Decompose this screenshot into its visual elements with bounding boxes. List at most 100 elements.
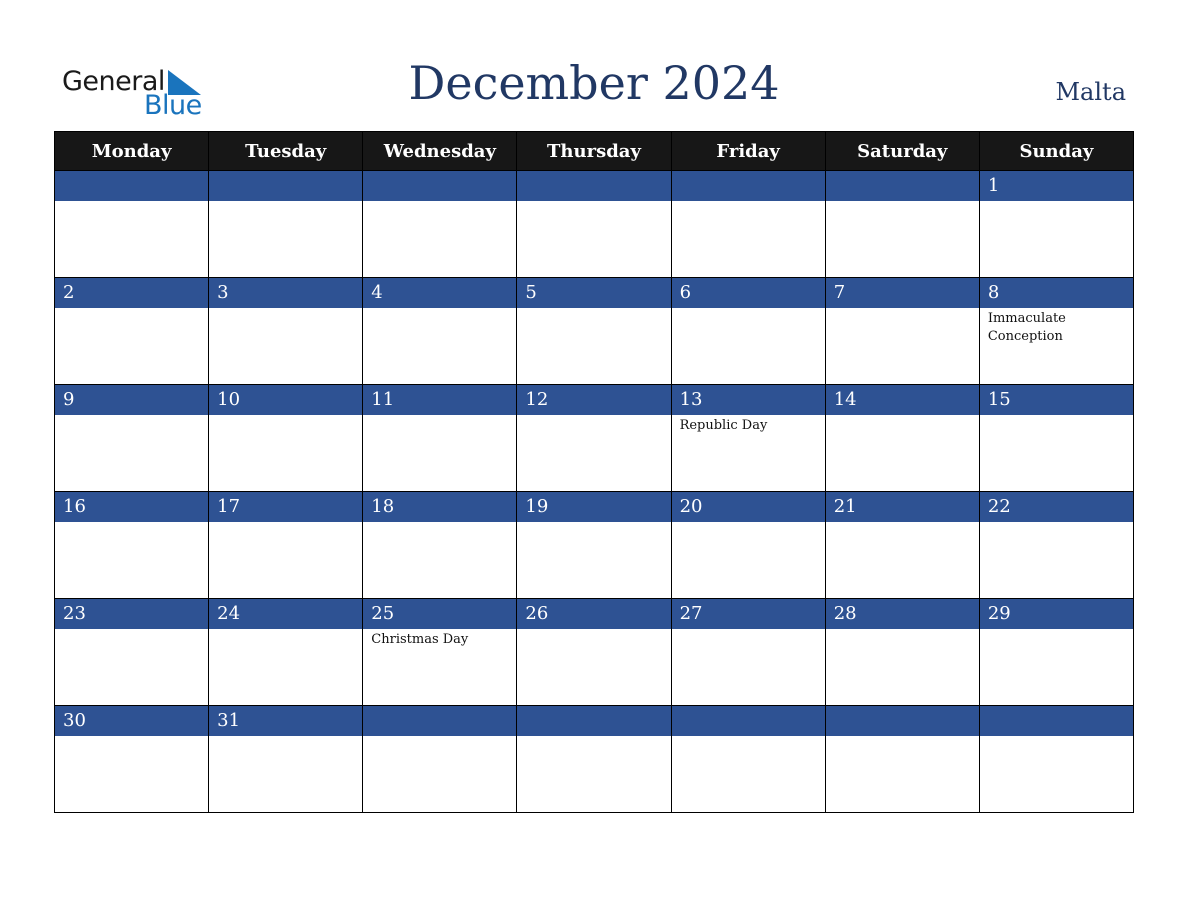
day-number: 5 [517,278,671,308]
day-cell: 28 [824,598,980,706]
day-cell [362,705,518,813]
day-number [55,171,209,201]
day-number: 30 [55,706,209,736]
day-cell: 30 [53,705,210,813]
day-cell: 19 [516,491,672,599]
day-cell: 14 [824,384,980,492]
week-row: 9 10 11 12 13 Republic Day 14 15 [53,384,1135,492]
day-number: 18 [363,492,517,522]
day-cell [208,170,364,278]
day-cell: 8 Immaculate Conception [978,277,1135,385]
holiday-label [209,201,362,203]
day-number [825,171,979,201]
day-number: 16 [55,492,209,522]
day-cell: 12 [516,384,672,492]
day-number [671,171,825,201]
day-number: 1 [979,171,1133,201]
day-cell: 22 [978,491,1135,599]
holiday-label: Christmas Day [371,632,469,647]
holiday-label [55,415,208,417]
holiday-label [826,522,979,524]
day-number: 19 [517,492,671,522]
holiday-label [517,629,670,631]
weekday-header: Friday [670,131,826,171]
holiday-label [55,736,208,738]
country-label: Malta [1055,78,1126,106]
holiday-label [980,415,1133,417]
day-cell: 25 Christmas Day [362,598,518,706]
day-cell: 1 [978,170,1135,278]
holiday-label [55,201,208,203]
day-cell [670,170,826,278]
day-number: 8 [979,278,1133,308]
day-number: 20 [671,492,825,522]
day-number: 3 [209,278,363,308]
day-cell: 11 [362,384,518,492]
day-cell: 7 [824,277,980,385]
holiday-label [672,736,825,738]
day-cell [516,170,672,278]
holiday-label [980,522,1133,524]
holiday-label [55,308,208,310]
week-row: 30 31 [53,705,1135,813]
day-cell: 18 [362,491,518,599]
week-row: 1 [53,170,1135,278]
day-number: 17 [209,492,363,522]
day-number: 2 [55,278,209,308]
holiday-label [826,415,979,417]
day-cell: 27 [670,598,826,706]
day-cell [824,705,980,813]
day-number: 29 [979,599,1133,629]
day-cell: 17 [208,491,364,599]
day-number [825,706,979,736]
holiday-label [55,629,208,631]
day-cell [978,705,1135,813]
day-number: 28 [825,599,979,629]
day-number: 11 [363,385,517,415]
weekday-header: Tuesday [208,131,364,171]
day-cell: 24 [208,598,364,706]
holiday-label [980,736,1133,738]
holiday-label [980,629,1133,631]
holiday-label [980,201,1133,203]
day-cell [53,170,210,278]
holiday-label [55,522,208,524]
holiday-label [363,415,516,417]
weekday-header: Sunday [978,131,1135,171]
day-number: 23 [55,599,209,629]
weekday-header: Monday [53,131,210,171]
calendar-title: December 2024 [408,56,780,110]
day-cell: 21 [824,491,980,599]
weekday-header: Wednesday [362,131,518,171]
day-cell [824,170,980,278]
day-cell: 31 [208,705,364,813]
day-number [671,706,825,736]
holiday-label [363,201,516,203]
day-cell: 10 [208,384,364,492]
day-number: 6 [671,278,825,308]
day-number: 27 [671,599,825,629]
day-cell: 26 [516,598,672,706]
holiday-label [517,308,670,310]
holiday-label [517,415,670,417]
day-cell: 16 [53,491,210,599]
holiday-label [363,736,516,738]
day-cell [516,705,672,813]
holiday-label [209,629,362,631]
day-cell [670,705,826,813]
day-cell: 5 [516,277,672,385]
day-number: 21 [825,492,979,522]
day-number [979,706,1133,736]
day-cell: 15 [978,384,1135,492]
day-number: 9 [55,385,209,415]
day-cell: 29 [978,598,1135,706]
day-number [209,171,363,201]
week-row: 16 17 18 19 20 21 22 [53,491,1135,599]
weekday-header: Saturday [824,131,980,171]
day-cell: 2 [53,277,210,385]
day-number: 31 [209,706,363,736]
holiday-label [517,736,670,738]
day-number: 7 [825,278,979,308]
holiday-label: Immaculate Conception [987,311,1066,344]
holiday-label [672,201,825,203]
